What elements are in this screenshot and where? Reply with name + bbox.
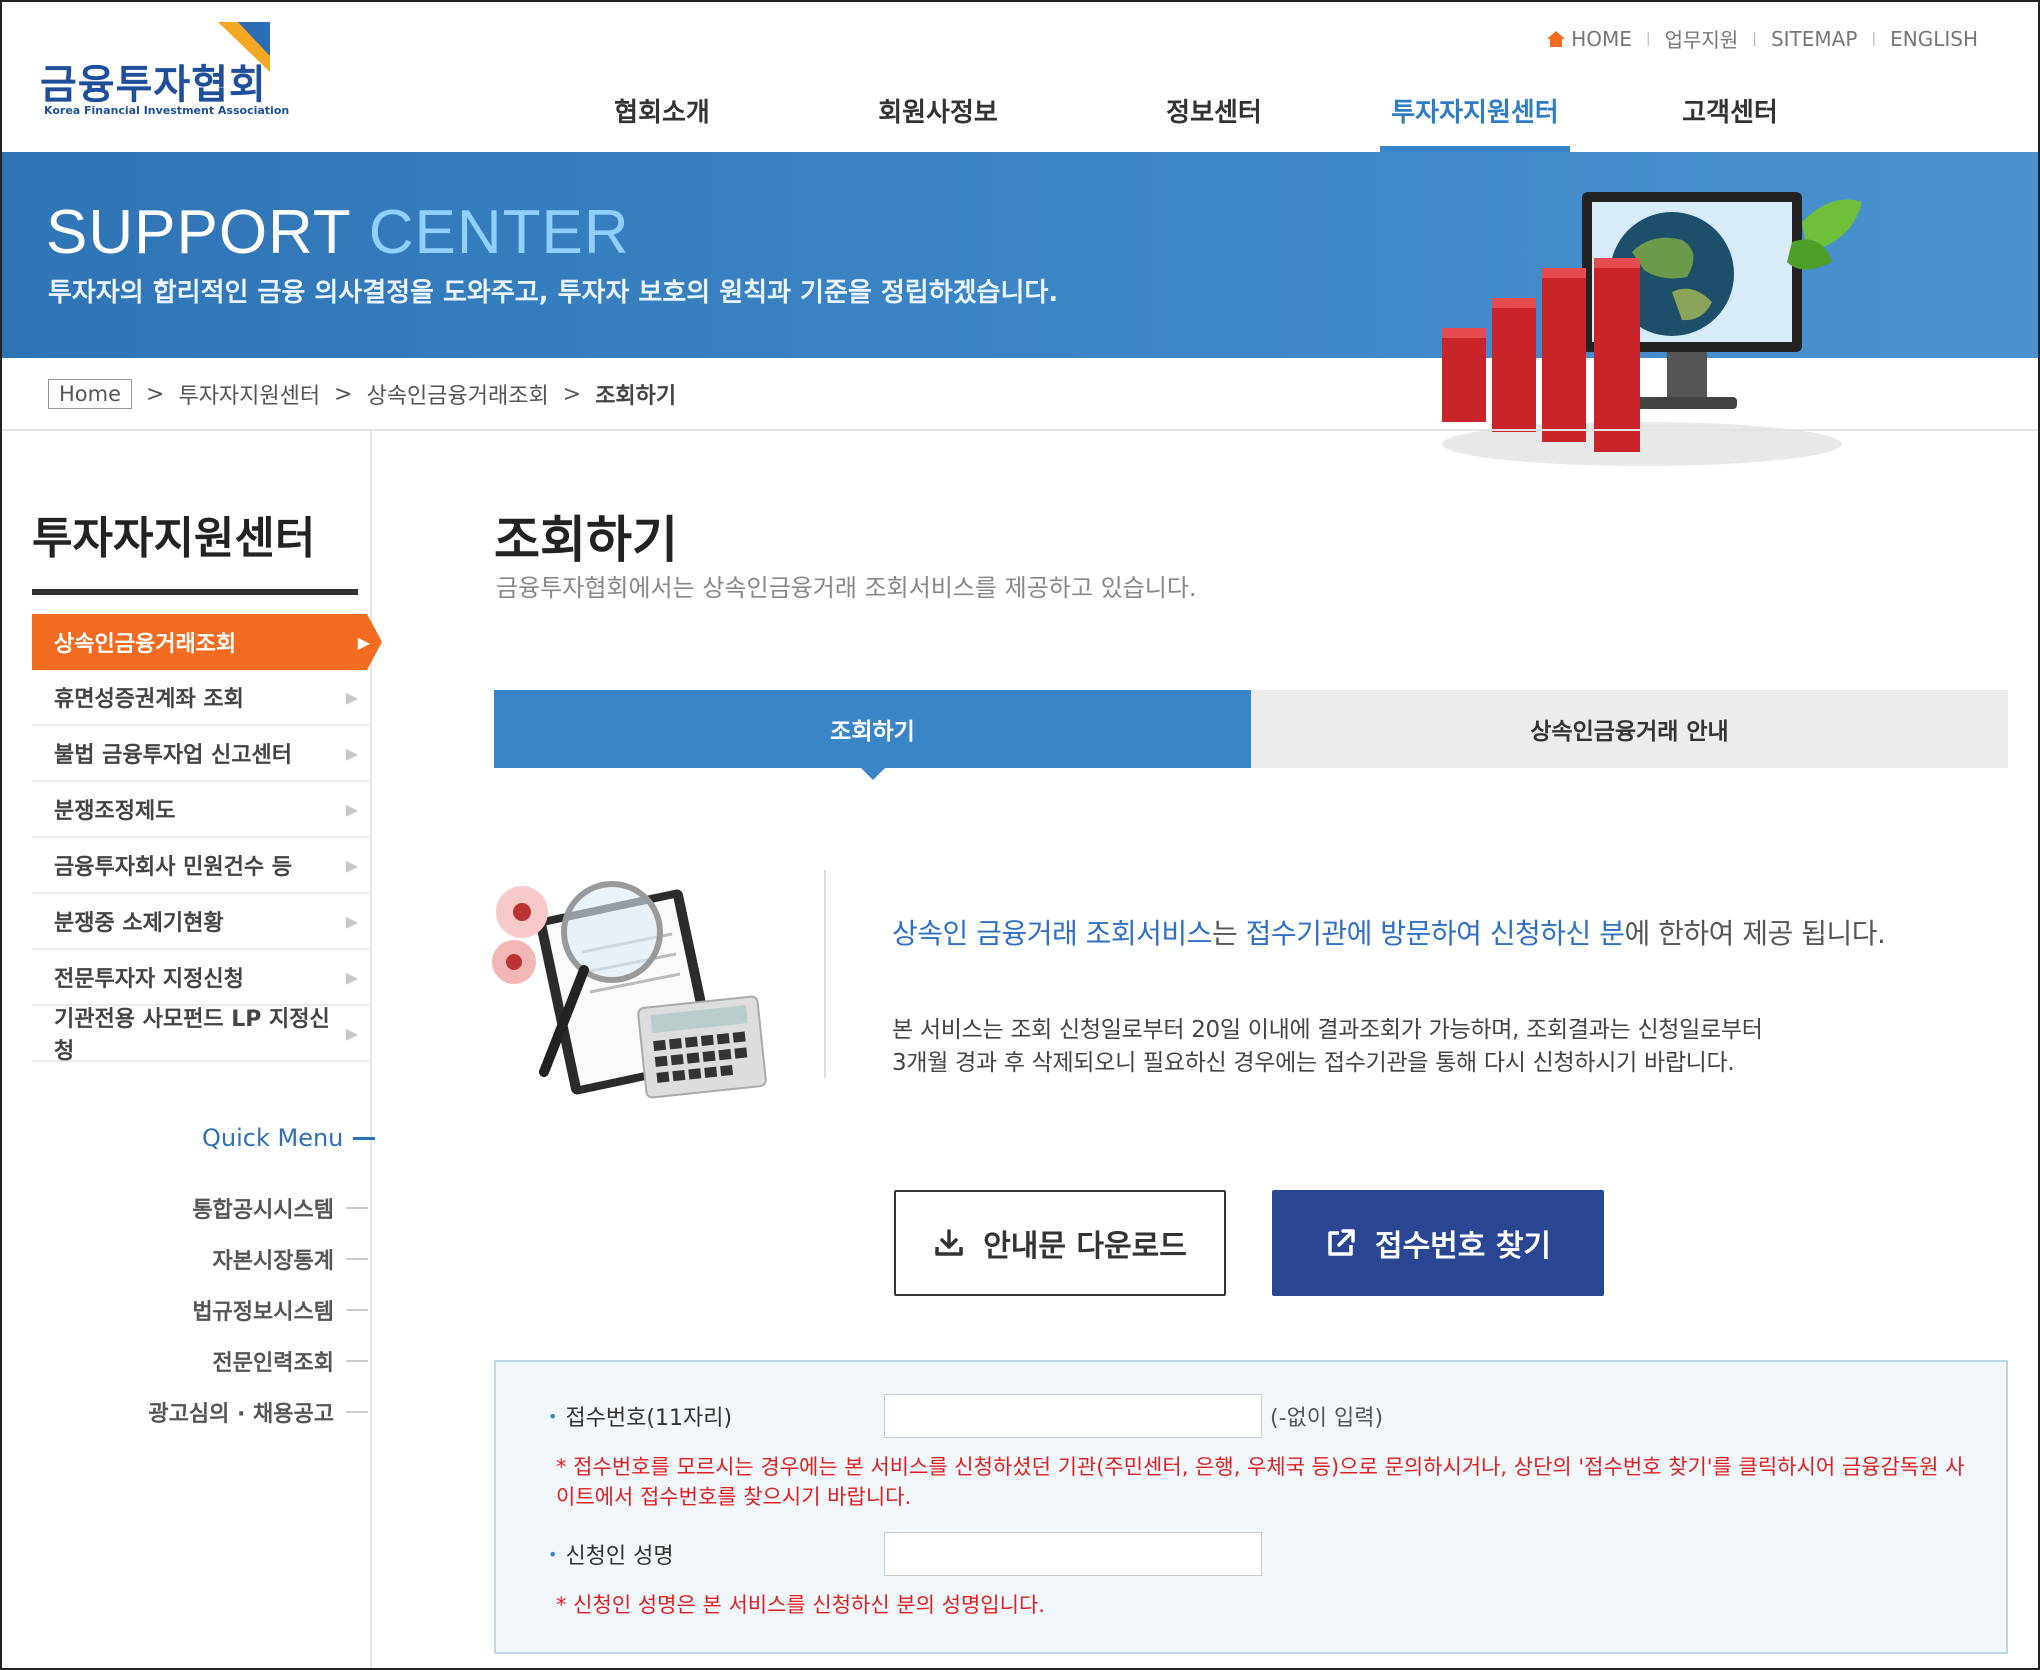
breadcrumb-home[interactable]: Home [48, 379, 133, 409]
sidebar-item-dormant-account[interactable]: 휴면성증권계좌 조회 ▶ [32, 670, 370, 726]
quick-menu-regulations[interactable]: 법규정보시스템 [148, 1284, 368, 1335]
page-title: 조회하기 [494, 511, 678, 569]
info-divider [824, 870, 826, 1078]
utility-links: HOME | 업무지원 | SITEMAP | ENGLISH [1547, 24, 1978, 53]
separator: | [1871, 30, 1877, 47]
tab-inquiry[interactable]: 조회하기 [494, 690, 1251, 780]
sidebar-item-label: 불법 금융투자업 신고센터 [54, 743, 292, 768]
chevron-right-icon: ▶ [345, 743, 358, 763]
info-headline-part: 접수기관에 방문하여 신청하신 분 [1245, 917, 1625, 950]
applicant-name-input[interactable] [884, 1532, 1262, 1576]
nav-about[interactable]: 협회소개 [562, 90, 762, 152]
sidebar-item-complaints-count[interactable]: 금융투자회사 민원건수 등 ▶ [32, 838, 370, 894]
info-body: 본 서비스는 조회 신청일로부터 20일 이내에 결과조회가 가능하며, 조회결… [892, 1014, 1763, 1080]
sidebar-item-inheritance-inquiry[interactable]: 상속인금융거래조회 ▶ [32, 614, 382, 670]
chevron-right-icon: ▶ [345, 967, 358, 987]
sidebar-item-dispute-mediation[interactable]: 분쟁조정제도 ▶ [32, 782, 370, 838]
separator: | [1645, 30, 1651, 47]
info-headline: 상속인 금융거래 조회서비스는 접수기관에 방문하여 신청하신 분에 한하여 제… [892, 912, 1886, 952]
breadcrumb-divider [2, 429, 2038, 431]
quick-menu-title: Quick Menu [202, 1124, 375, 1152]
applicant-name-label: 신청인 성명 [548, 1538, 884, 1570]
sidebar-divider [370, 431, 372, 1668]
info-body-line: 3개월 경과 후 삭제되오니 필요하신 경우에는 접수기관을 통해 다시 신청하… [892, 1050, 1735, 1076]
applicant-name-row: 신청인 성명 [548, 1532, 1262, 1576]
download-icon [935, 1229, 963, 1256]
nav-members[interactable]: 회원사정보 [838, 90, 1038, 152]
sidebar-item-label: 기관전용 사모펀드 LP 지정신청 [54, 1007, 330, 1064]
main-navigation: 협회소개 회원사정보 정보센터 투자자지원센터 고객센터 [562, 90, 1830, 152]
download-guide-button[interactable]: 안내문 다운로드 [894, 1190, 1226, 1296]
site-logo[interactable]: 금융투자협회 Korea Financial Investment Associ… [40, 22, 289, 122]
receipt-number-hint: (-없이 입력) [1270, 1406, 1384, 1431]
util-link-home[interactable]: HOME [1571, 27, 1632, 51]
sidebar-title: 투자자지원센터 [32, 513, 316, 564]
home-icon [1547, 30, 1566, 47]
util-link-business[interactable]: 업무지원 [1665, 24, 1739, 53]
chevron-right-icon: ▶ [345, 799, 358, 819]
banner-title: SUPPORT CENTER [46, 197, 630, 268]
sidebar-title-bar [32, 589, 358, 595]
chevron-right-icon: ▶ [357, 632, 370, 652]
breadcrumb-separator: > [334, 381, 353, 407]
sidebar-item-illegal-report[interactable]: 불법 금융투자업 신고센터 ▶ [32, 726, 370, 782]
nav-info-center[interactable]: 정보센터 [1114, 90, 1314, 152]
receipt-number-input[interactable] [884, 1394, 1262, 1438]
tab-inheritance-guide[interactable]: 상속인금융거래 안내 [1251, 690, 2008, 768]
sidebar-item-label: 분쟁조정제도 [54, 799, 176, 824]
chevron-right-icon: ▶ [345, 855, 358, 875]
sidebar-item-label: 휴면성증권계좌 조회 [54, 687, 244, 712]
chevron-right-icon: ▶ [345, 911, 358, 931]
nav-investor-support[interactable]: 투자자지원센터 [1380, 90, 1570, 152]
download-guide-label: 안내문 다운로드 [983, 1229, 1187, 1264]
breadcrumb-item[interactable]: 상속인금융거래조회 [367, 378, 549, 410]
info-headline-part: 상속인 금융거래 조회서비스 [892, 917, 1212, 950]
banner-title-accent: CENTER [368, 198, 630, 267]
inquiry-illustration-icon [492, 881, 767, 1099]
logo-text: 금융투자협회 [40, 62, 267, 108]
util-link-sitemap[interactable]: SITEMAP [1771, 27, 1857, 51]
quick-menu-ads-jobs[interactable]: 광고심의 · 채용공고 [148, 1386, 368, 1437]
applicant-name-note: * 신청인 성명은 본 서비스를 신청하신 분의 성명입니다. [556, 1593, 1045, 1617]
sidebar-item-label: 금융투자회사 민원건수 등 [54, 855, 292, 880]
page-description: 금융투자협회에서는 상속인금융거래 조회서비스를 제공하고 있습니다. [496, 574, 1197, 602]
page-frame: 금융투자협회 Korea Financial Investment Associ… [0, 0, 2040, 1670]
quick-menu-statistics[interactable]: 자본시장통계 [148, 1233, 368, 1284]
quick-menu: 통합공시시스템 자본시장통계 법규정보시스템 전문인력조회 광고심의 · 채용공… [148, 1182, 368, 1437]
quick-menu-disclosure[interactable]: 통합공시시스템 [148, 1182, 368, 1233]
chevron-right-icon: ▶ [345, 687, 358, 707]
info-headline-part: 에 한하여 제공 됩니다. [1624, 917, 1886, 950]
sidebar-item-private-fund-lp[interactable]: 기관전용 사모펀드 LP 지정신청 ▶ [32, 1006, 370, 1064]
sidebar-item-label: 전문투자자 지정신청 [54, 967, 244, 992]
breadcrumb-separator: > [146, 381, 165, 407]
sidebar-item-label: 상속인금융거래조회 [54, 632, 237, 657]
info-body-line: 본 서비스는 조회 신청일로부터 20일 이내에 결과조회가 가능하며, 조회결… [892, 1017, 1763, 1043]
receipt-number-label: 접수번호(11자리) [548, 1400, 884, 1432]
quick-menu-professionals[interactable]: 전문인력조회 [148, 1335, 368, 1386]
receipt-number-row: 접수번호(11자리) (-없이 입력) [548, 1394, 1383, 1438]
sidebar-menu: 상속인금융거래조회 ▶ 휴면성증권계좌 조회 ▶ 불법 금융투자업 신고센터 ▶… [32, 614, 382, 1064]
site-header: 금융투자협회 Korea Financial Investment Associ… [2, 2, 2038, 152]
banner-subtitle: 투자자의 합리적인 금융 의사결정을 도와주고, 투자자 보호의 원칙과 기준을… [48, 278, 1059, 308]
separator: | [1752, 30, 1757, 47]
breadcrumb: Home > 투자자지원센터 > 상속인금융거래조회 > 조회하기 [48, 378, 676, 410]
inquiry-form: 접수번호(11자리) (-없이 입력) * 접수번호를 모르시는 경우에는 본 … [494, 1360, 2008, 1654]
util-link-english[interactable]: ENGLISH [1890, 27, 1978, 51]
sidebar-item-lawsuit-status[interactable]: 분쟁중 소제기현황 ▶ [32, 894, 370, 950]
logo-subtitle: Korea Financial Investment Association [44, 104, 290, 117]
external-link-icon [1328, 1229, 1355, 1256]
chevron-right-icon: ▶ [345, 1023, 358, 1043]
breadcrumb-item[interactable]: 투자자지원센터 [178, 378, 320, 410]
breadcrumb-current: 조회하기 [595, 384, 677, 409]
nav-customer-center[interactable]: 고객센터 [1630, 90, 1830, 152]
banner-title-main: SUPPORT [46, 198, 369, 267]
content-tabs: 조회하기 상속인금융거래 안내 [494, 690, 2008, 780]
find-receipt-number-button[interactable]: 접수번호 찾기 [1272, 1190, 1604, 1296]
info-headline-part: 는 [1211, 917, 1246, 950]
sidebar-item-label: 분쟁중 소제기현황 [54, 911, 224, 936]
sidebar-item-professional-investor[interactable]: 전문투자자 지정신청 ▶ [32, 950, 370, 1006]
find-receipt-number-label: 접수번호 찾기 [1374, 1229, 1552, 1264]
receipt-number-note: * 접수번호를 모르시는 경우에는 본 서비스를 신청하셨던 기관(주민센터, … [556, 1455, 1965, 1509]
breadcrumb-separator: > [562, 381, 582, 407]
